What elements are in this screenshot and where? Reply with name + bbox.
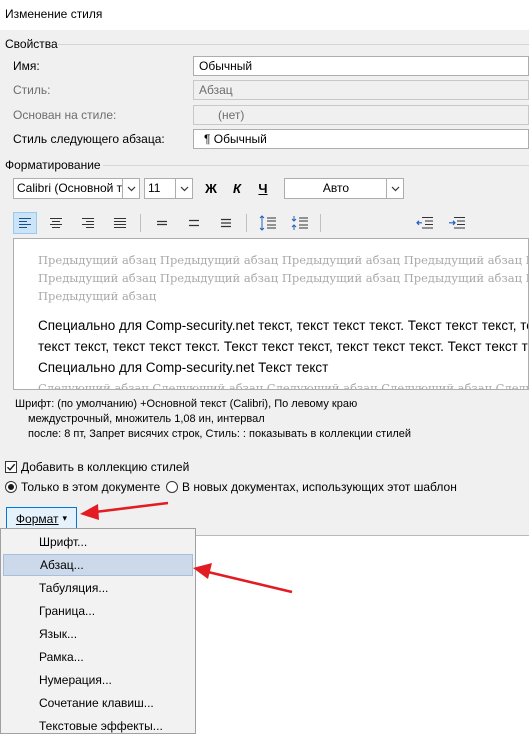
red-arrow-icon xyxy=(80,501,169,520)
red-arrow-icon xyxy=(193,563,293,594)
annotation-arrows xyxy=(80,501,293,594)
